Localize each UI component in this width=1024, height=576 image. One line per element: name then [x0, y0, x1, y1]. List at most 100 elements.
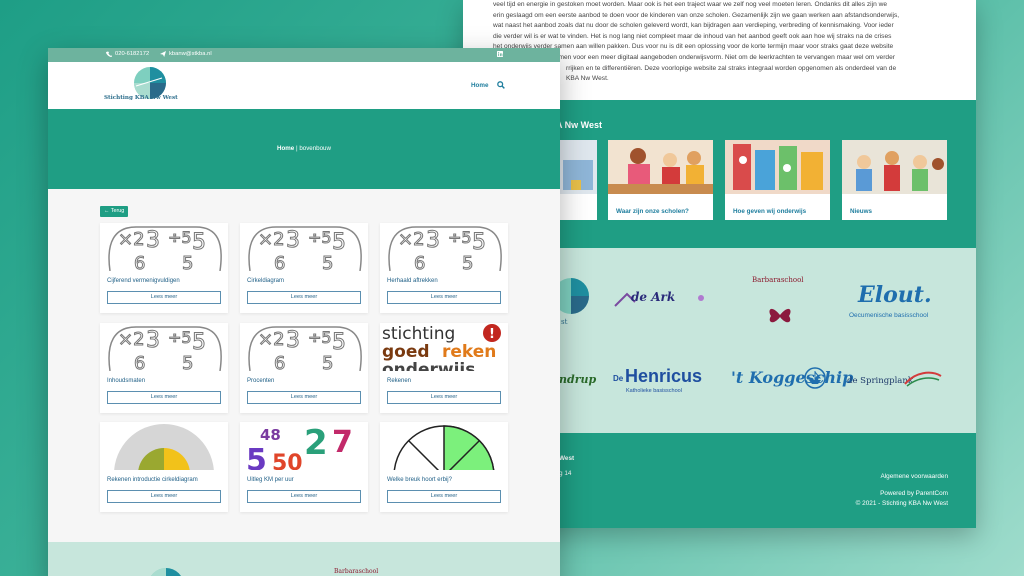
- card-image: [608, 140, 713, 194]
- card-image: [725, 140, 830, 194]
- thumb-number: 7: [332, 425, 353, 460]
- math-glyph: 3: [286, 228, 300, 253]
- content-area: ← Terug ×2 3 ÷5 5 6 5 Cijferend vermenig…: [48, 189, 560, 542]
- back-button[interactable]: ← Terug: [100, 206, 129, 217]
- footer-logos-strip: Barbaraschool: [48, 542, 560, 576]
- math-glyph: ×2: [118, 229, 145, 250]
- math-glyph: ×2: [118, 329, 145, 350]
- top-contact-bar: 020-6182172 kbanw@stkba.nl: [48, 48, 560, 62]
- card-title[interactable]: Herhaald aftrekken: [387, 278, 438, 284]
- ship-icon: [804, 367, 826, 389]
- math-glyph: 5: [322, 253, 333, 271]
- card-title[interactable]: Cirkeldiagram: [247, 278, 284, 284]
- math-glyph: 6: [414, 253, 425, 271]
- math-numbers-thumbnail: ×2 3 ÷5 5 6 5: [386, 223, 502, 271]
- read-more-button[interactable]: Lees meer: [387, 391, 501, 404]
- powered-by: Powered by ParentCom: [880, 490, 948, 497]
- breadcrumb-home[interactable]: Home: [277, 145, 294, 152]
- lesson-card: stichting ! goed reken onderwijs Rekenen…: [380, 323, 508, 413]
- feature-card[interactable]: Nieuws: [842, 140, 947, 220]
- footer-org: West: [559, 455, 575, 462]
- math-glyph: 5: [462, 253, 473, 271]
- card-title[interactable]: Rekenen introductie cirkeldiagram: [107, 477, 198, 483]
- lesson-card: ×2 3 ÷5 5 6 5 Procenten Lees meer: [240, 323, 368, 413]
- math-glyph: 6: [134, 253, 145, 271]
- read-more-button[interactable]: Lees meer: [107, 291, 221, 304]
- feature-card[interactable]: Waar zijn onze scholen?: [608, 140, 713, 220]
- math-numbers-thumbnail: ×2 3 ÷5 5 6 5: [106, 223, 222, 271]
- feature-card[interactable]: Hoe geven wij onderwijs: [725, 140, 830, 220]
- search-icon[interactable]: [497, 81, 505, 89]
- breadcrumb-current: bovenbouw: [299, 145, 331, 152]
- card-title[interactable]: Cijferend vermenigvuldigen: [107, 278, 180, 284]
- thumb-text: reken: [442, 342, 496, 362]
- logo-partial-text: ndrup: [559, 373, 597, 386]
- math-glyph: 5: [332, 230, 346, 255]
- intro-line: erin geslaagd om een eerste aanbod te do…: [493, 11, 900, 19]
- copyright: © 2021 - Stichting KBA Nw West: [855, 500, 948, 507]
- send-icon: [160, 51, 166, 57]
- math-glyph: 5: [332, 330, 346, 355]
- phone-number: 020-6182172: [115, 51, 150, 57]
- brand-name: Stichting KBA Nw West: [104, 95, 178, 101]
- rekenen-thumbnail: stichting ! goed reken onderwijs: [380, 323, 508, 371]
- read-more-button[interactable]: Lees meer: [247, 291, 361, 304]
- intro-line: veel tijd en energie in gestoken moet wo…: [493, 1, 888, 8]
- email-contact[interactable]: kbanw@stkba.nl: [160, 51, 212, 57]
- de-ark-text: de Ark: [631, 290, 676, 304]
- barbaraschool-text: Barbaraschool: [752, 276, 804, 284]
- butterfly-icon: [769, 308, 791, 323]
- intro-line: KBA Nw West.: [566, 75, 609, 83]
- thumb-number: 48: [260, 426, 281, 444]
- linkedin-link[interactable]: [497, 51, 503, 57]
- thumb-text: !: [489, 327, 495, 342]
- read-more-button[interactable]: Lees meer: [107, 490, 221, 503]
- fraction-circle-thumbnail: [386, 422, 502, 470]
- lesson-card: ×2 3 ÷5 5 6 5 Cijferend vermenigvuldigen…: [100, 223, 228, 313]
- intro-text: veel tijd en energie in gestoken moet wo…: [493, 0, 951, 85]
- read-more-button[interactable]: Lees meer: [387, 291, 501, 304]
- terms-link[interactable]: Algemene voorwaarden: [881, 473, 949, 480]
- site-logo[interactable]: Stichting KBA Nw West: [104, 66, 178, 106]
- thumb-text: onderwijs: [382, 360, 475, 371]
- thumb-number: 5: [246, 443, 267, 470]
- math-glyph: 5: [472, 230, 486, 255]
- math-glyph: ÷5: [168, 328, 192, 347]
- read-more-button[interactable]: Lees meer: [387, 490, 501, 503]
- linkedin-icon: [497, 51, 503, 57]
- card-title[interactable]: Procenten: [247, 378, 274, 384]
- barbaraschool-text: Barbaraschool: [334, 568, 379, 575]
- math-glyph: 3: [286, 328, 300, 353]
- logo-partial-text: st: [561, 318, 568, 326]
- koggeschip-text: 't Koggeschip: [731, 368, 854, 387]
- thumb-text: stichting: [382, 324, 455, 344]
- lesson-card: ×2 3 ÷5 5 6 5 Inhoudsmaten Lees meer: [100, 323, 228, 413]
- math-glyph: ÷5: [448, 228, 472, 247]
- email-address: kbanw@stkba.nl: [169, 51, 212, 57]
- phone-contact[interactable]: 020-6182172: [106, 51, 149, 57]
- nav-home-link[interactable]: Home: [471, 82, 489, 89]
- intro-line: wat naast het aanbod zoals dat nu door d…: [493, 22, 894, 30]
- thumb-number: 50: [272, 451, 303, 470]
- card-title[interactable]: Uitleg KM per uur: [247, 477, 294, 483]
- breadcrumb-separator: |: [295, 145, 298, 152]
- read-more-button[interactable]: Lees meer: [247, 490, 361, 503]
- card-label: Hoe geven wij onderwijs: [733, 208, 807, 215]
- card-title[interactable]: Welke breuk hoort erbij?: [387, 477, 452, 483]
- kba-logo-icon: [151, 568, 181, 576]
- math-glyph: 3: [426, 228, 440, 253]
- lesson-card: ×2 3 ÷5 5 6 5 Herhaald aftrekken Lees me…: [380, 223, 508, 313]
- read-more-button[interactable]: Lees meer: [247, 391, 361, 404]
- read-more-button[interactable]: Lees meer: [107, 391, 221, 404]
- card-label: Waar zijn onze scholen?: [616, 208, 689, 215]
- math-glyph: 6: [134, 353, 145, 371]
- site-header: Stichting KBA Nw West Home: [48, 62, 560, 109]
- henricus-prefix: De: [613, 374, 624, 383]
- math-numbers-thumbnail: ×2 3 ÷5 5 6 5: [246, 223, 362, 271]
- card-title[interactable]: Inhoudsmaten: [107, 378, 145, 384]
- math-glyph: 5: [182, 353, 193, 371]
- math-glyph: 3: [146, 328, 160, 353]
- thumb-number: 2: [304, 423, 328, 463]
- card-title[interactable]: Rekenen: [387, 378, 411, 384]
- lesson-card: Rekenen introductie cirkeldiagram Lees m…: [100, 422, 228, 512]
